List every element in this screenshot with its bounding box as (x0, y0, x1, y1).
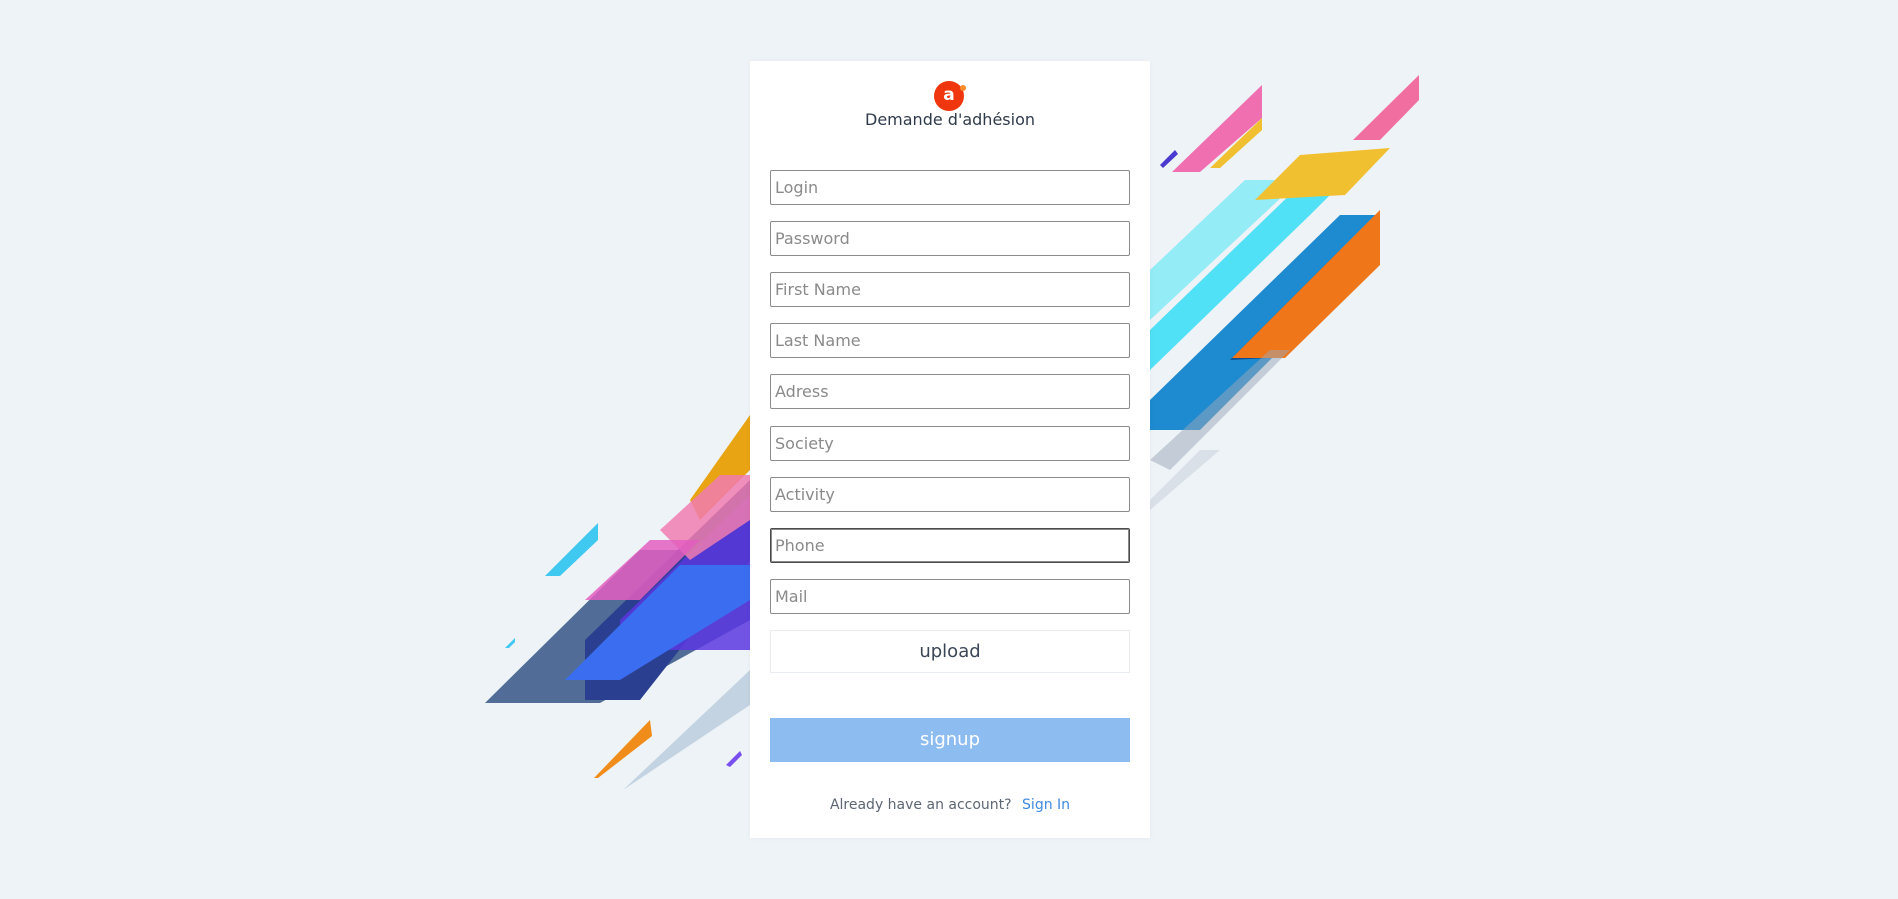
logo-dot (960, 85, 966, 91)
logo: a (934, 81, 966, 111)
activity-field[interactable] (770, 477, 1130, 512)
page-title: Demande d'adhésion (865, 110, 1035, 129)
upload-button[interactable]: upload (770, 630, 1130, 673)
logo-letter: a (943, 85, 955, 105)
adress-field[interactable] (770, 374, 1130, 409)
login-field[interactable] (770, 170, 1130, 205)
signup-card: a Demande d'adhésion upload signup Alrea… (750, 61, 1150, 838)
first-name-field[interactable] (770, 272, 1130, 307)
password-field[interactable] (770, 221, 1130, 256)
last-name-field[interactable] (770, 323, 1130, 358)
sign-in-link[interactable]: Sign In (1022, 797, 1070, 813)
society-field[interactable] (770, 426, 1130, 461)
footer-text: Already have an account? (829, 797, 1012, 813)
mail-field[interactable] (770, 579, 1130, 614)
phone-field[interactable] (770, 528, 1130, 563)
signup-button[interactable]: signup (770, 718, 1130, 762)
footer: Already have an account? Sign In (750, 797, 1150, 813)
